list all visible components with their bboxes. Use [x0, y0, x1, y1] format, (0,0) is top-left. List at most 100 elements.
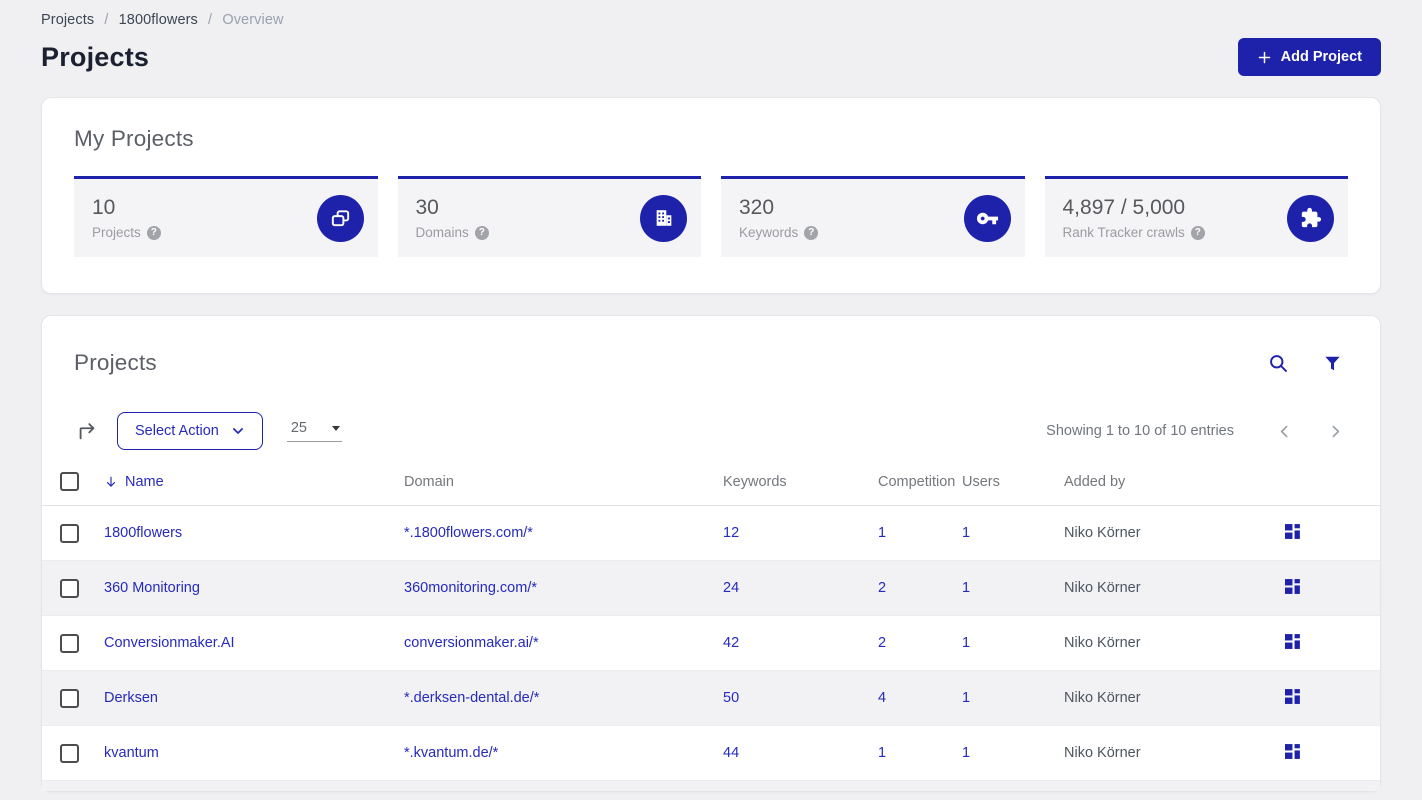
- title-row: Projects Add Project: [41, 38, 1381, 76]
- table-header-row: Name Domain Keywords Competition Users A…: [42, 472, 1380, 506]
- competition-count-link[interactable]: 1: [878, 525, 886, 541]
- help-icon[interactable]: [146, 225, 161, 240]
- keywords-count-link[interactable]: 24: [723, 580, 739, 596]
- project-name-link[interactable]: Derksen: [104, 690, 158, 706]
- page-size-value: 25: [290, 420, 307, 436]
- my-projects-card: My Projects 10 Projects ? 30 Domains ? 3…: [41, 97, 1381, 294]
- table-row: kvantum *.kvantum.de/* 44 1 1 Niko Körne…: [42, 725, 1380, 781]
- column-header-keywords[interactable]: Keywords: [723, 472, 878, 506]
- added-by-text: Niko Körner: [1064, 525, 1141, 541]
- added-by-text: Niko Körner: [1064, 745, 1141, 761]
- dashboard-grid-icon[interactable]: [1263, 523, 1302, 540]
- chevron-right-icon[interactable]: [1325, 421, 1346, 442]
- domains-count: 30: [415, 196, 439, 219]
- users-count-link[interactable]: 1: [962, 580, 970, 596]
- project-name-link[interactable]: kvantum: [104, 745, 159, 761]
- column-header-domain[interactable]: Domain: [404, 472, 723, 506]
- column-header-added-by[interactable]: Added by: [1064, 472, 1263, 506]
- keywords-count-link[interactable]: 42: [723, 635, 739, 651]
- users-count-link[interactable]: 1: [962, 745, 970, 761]
- dashboard-grid-icon[interactable]: [1263, 633, 1302, 650]
- row-checkbox[interactable]: [60, 688, 79, 708]
- row-checkbox[interactable]: [60, 523, 79, 543]
- corner-up-right-icon[interactable]: [74, 418, 100, 444]
- select-action-dropdown[interactable]: Select Action: [117, 412, 263, 450]
- page-size-select[interactable]: 25: [286, 420, 342, 442]
- row-checkbox[interactable]: [60, 633, 79, 653]
- projects-count-label: Projects: [92, 225, 141, 240]
- users-count-link[interactable]: 1: [962, 525, 970, 541]
- dashboard-grid-icon[interactable]: [1263, 688, 1302, 705]
- select-all-checkbox[interactable]: [60, 472, 79, 491]
- dashboard-grid-icon[interactable]: [1263, 578, 1302, 595]
- users-count-link[interactable]: 1: [962, 635, 970, 651]
- column-header-competition[interactable]: Competition: [878, 472, 962, 506]
- table-row: 1800flowers *.1800flowers.com/* 12 1 1 N…: [42, 505, 1380, 561]
- rank-tracker-crawls-count: 4,897 / 5,000: [1062, 196, 1186, 219]
- page-title: Projects: [41, 41, 150, 72]
- caret-down-icon: [331, 425, 340, 431]
- dashboard-grid-icon[interactable]: [1263, 743, 1302, 760]
- table-row: 360 Monitoring 360monitoring.com/* 24 2 …: [42, 560, 1380, 616]
- breadcrumb-1800flowers[interactable]: 1800flowers: [119, 12, 198, 28]
- projects-table-card: Projects Select Action 25 Showing 1 to 1…: [41, 315, 1381, 792]
- table-row-partial: [42, 780, 1380, 791]
- competition-count-link[interactable]: 2: [878, 635, 886, 651]
- row-checkbox[interactable]: [60, 743, 79, 763]
- table-row: Conversionmaker.AI conversionmaker.ai/* …: [42, 615, 1380, 671]
- added-by-text: Niko Körner: [1064, 690, 1141, 706]
- add-project-button[interactable]: Add Project: [1237, 38, 1381, 76]
- keywords-count-link[interactable]: 12: [723, 525, 739, 541]
- project-name-link[interactable]: 360 Monitoring: [104, 580, 200, 596]
- keywords-count: 320: [739, 196, 775, 219]
- project-domain-link[interactable]: *.kvantum.de/*: [404, 745, 498, 761]
- filter-icon[interactable]: [1321, 352, 1344, 375]
- row-checkbox[interactable]: [60, 578, 79, 598]
- stats-grid: 10 Projects 30 Domain: [74, 176, 1348, 257]
- project-domain-link[interactable]: conversionmaker.ai/*: [404, 635, 539, 651]
- breadcrumb-separator: /: [208, 12, 213, 28]
- project-domain-link[interactable]: *.derksen-dental.de/*: [404, 690, 539, 706]
- competition-count-link[interactable]: 2: [878, 580, 886, 596]
- select-action-label: Select Action: [135, 423, 219, 439]
- project-domain-link[interactable]: 360monitoring.com/*: [404, 580, 537, 596]
- breadcrumb-projects[interactable]: Projects: [41, 12, 94, 28]
- added-by-text: Niko Körner: [1064, 580, 1141, 596]
- stat-tile-rank-tracker-crawls: 4,897 / 5,000 Rank Tracker crawls: [1044, 176, 1348, 257]
- plus-icon: [1257, 50, 1272, 65]
- project-name-link[interactable]: 1800flowers: [104, 525, 182, 541]
- rank-tracker-crawls-label: Rank Tracker crawls: [1062, 225, 1185, 240]
- stat-tile-domains: 30 Domains: [397, 176, 701, 257]
- column-header-actions: [1263, 472, 1380, 506]
- projects-copy-icon: [316, 194, 364, 242]
- added-by-text: Niko Körner: [1064, 635, 1141, 651]
- project-name-link[interactable]: Conversionmaker.AI: [104, 635, 235, 651]
- keywords-count-label: Keywords: [739, 225, 799, 240]
- projects-count: 10: [92, 196, 116, 219]
- search-icon[interactable]: [1266, 351, 1291, 376]
- keywords-count-link[interactable]: 50: [723, 690, 739, 706]
- stat-tile-keywords: 320 Keywords: [721, 176, 1025, 257]
- sort-desc-icon: [104, 475, 118, 489]
- building-icon: [640, 194, 687, 242]
- competition-count-link[interactable]: 4: [878, 690, 886, 706]
- showing-entries-text: Showing 1 to 10 of 10 entries: [1046, 423, 1234, 439]
- page: Projects / 1800flowers / Overview Projec…: [0, 0, 1422, 792]
- column-header-name[interactable]: Name: [104, 472, 404, 506]
- keywords-count-link[interactable]: 44: [723, 745, 739, 761]
- help-icon[interactable]: [804, 225, 819, 240]
- key-icon: [963, 194, 1011, 242]
- table-action-row: Select Action 25 Showing 1 to 10 of 10 e…: [42, 412, 1380, 450]
- projects-table: Name Domain Keywords Competition Users A…: [42, 472, 1380, 791]
- help-icon[interactable]: [1190, 225, 1205, 240]
- breadcrumb: Projects / 1800flowers / Overview: [41, 12, 1381, 28]
- chevron-left-icon[interactable]: [1274, 421, 1295, 442]
- chevron-down-icon: [231, 424, 245, 438]
- project-domain-link[interactable]: *.1800flowers.com/*: [404, 525, 533, 541]
- help-icon[interactable]: [474, 225, 489, 240]
- breadcrumb-overview: Overview: [222, 12, 284, 28]
- column-header-users[interactable]: Users: [962, 472, 1064, 506]
- competition-count-link[interactable]: 1: [878, 745, 886, 761]
- users-count-link[interactable]: 1: [962, 690, 970, 706]
- stat-tile-projects: 10 Projects: [74, 176, 378, 257]
